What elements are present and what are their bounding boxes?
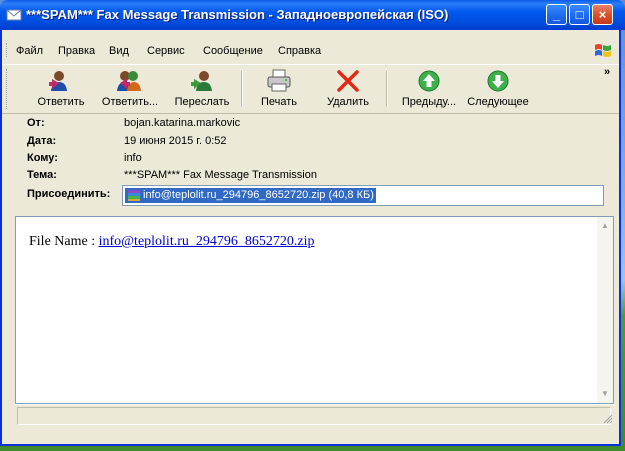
minimize-button[interactable]: _ — [546, 4, 567, 25]
scroll-up-arrow-icon[interactable]: ▲ — [599, 220, 611, 232]
next-label: Следующее — [467, 96, 529, 108]
forward-button[interactable]: Переслать — [171, 67, 233, 111]
reply-all-label: Ответить... — [101, 96, 159, 108]
file-name-prefix: File Name : — [29, 234, 99, 249]
attachment-item[interactable]: info@teplolit.ru_294796_8652720.zip (40,… — [125, 188, 376, 203]
maximize-icon: □ — [575, 7, 584, 22]
delete-label: Удалить — [327, 96, 369, 108]
delete-button[interactable]: Удалить — [320, 67, 376, 111]
minimize-icon: _ — [552, 7, 561, 22]
attachment-link[interactable]: info@teplolit.ru_294796_8652720.zip — [99, 234, 315, 249]
reply-all-button[interactable]: Ответить... — [97, 67, 163, 111]
print-label: Печать — [260, 96, 298, 108]
attachment-name: info@teplolit.ru_294796_8652720.zip (40,… — [143, 189, 374, 201]
menu-file[interactable]: Файл — [16, 45, 43, 57]
to-value: info — [124, 152, 142, 164]
status-bar — [15, 404, 614, 425]
resize-grip-icon[interactable] — [601, 412, 613, 424]
forward-label: Переслать — [174, 96, 230, 108]
arrow-up-icon — [418, 70, 440, 92]
reply-button[interactable]: Ответить — [32, 67, 90, 111]
vertical-scrollbar[interactable]: ▲ ▼ — [597, 217, 613, 403]
reply-label: Ответить — [37, 96, 85, 108]
attachment-field[interactable]: info@teplolit.ru_294796_8652720.zip (40,… — [122, 185, 604, 206]
subject-label: Тема: — [27, 169, 57, 181]
title-bar[interactable]: ***SPAM*** Fax Message Transmission - За… — [0, 0, 625, 30]
maximize-button[interactable]: □ — [569, 4, 590, 25]
next-button[interactable]: Следующее — [463, 67, 533, 111]
reply-all-icon — [117, 71, 141, 91]
status-panel — [17, 407, 611, 425]
message-window: ***SPAM*** Fax Message Transmission - За… — [0, 0, 625, 446]
zip-archive-icon — [128, 190, 140, 201]
subject-value: ***SPAM*** Fax Message Transmission — [124, 169, 317, 181]
reply-icon — [49, 71, 67, 91]
date-label: Дата: — [27, 135, 57, 147]
toolbar: Ответить Ответить... Переслать Печать Уд… — [2, 64, 619, 114]
toolbar-grip[interactable] — [6, 69, 10, 109]
menu-message[interactable]: Сообщение — [203, 45, 263, 57]
menu-help[interactable]: Справка — [278, 45, 321, 57]
from-label: От: — [27, 117, 45, 129]
scroll-down-arrow-icon[interactable]: ▼ — [599, 388, 611, 400]
date-value: 19 июня 2015 г. 0:52 — [124, 135, 227, 147]
attach-label: Присоединить: — [27, 188, 111, 200]
delete-x-icon — [337, 70, 359, 92]
message-header: От: bojan.katarina.markovic Дата: 19 июн… — [2, 112, 619, 211]
toolbar-separator — [386, 71, 388, 107]
windows-logo-icon — [595, 44, 611, 57]
previous-button[interactable]: Предыду... — [394, 67, 464, 111]
from-value: bojan.katarina.markovic — [124, 117, 241, 129]
arrow-down-icon — [487, 70, 509, 92]
menu-edit[interactable]: Правка — [58, 45, 95, 57]
body-text: File Name : info@teplolit.ru_294796_8652… — [29, 234, 314, 250]
message-body[interactable]: File Name : info@teplolit.ru_294796_8652… — [15, 216, 614, 404]
toolbar-separator — [241, 71, 243, 107]
to-label: Кому: — [27, 152, 58, 164]
envelope-icon — [6, 9, 22, 21]
print-button[interactable]: Печать — [256, 67, 302, 111]
menu-tools[interactable]: Сервис — [147, 45, 185, 57]
forward-icon — [191, 71, 212, 91]
menubar-grip[interactable] — [6, 43, 10, 57]
previous-label: Предыду... — [401, 96, 457, 108]
window-title: ***SPAM*** Fax Message Transmission - За… — [26, 7, 449, 22]
close-icon: × — [598, 7, 607, 22]
menu-bar: Файл Правка Вид Сервис Сообщение Справка — [2, 40, 619, 60]
toolbar-overflow-chevron-icon[interactable]: » — [604, 66, 610, 78]
menu-view[interactable]: Вид — [109, 45, 129, 57]
printer-icon — [267, 69, 291, 92]
close-button[interactable]: × — [592, 4, 613, 25]
